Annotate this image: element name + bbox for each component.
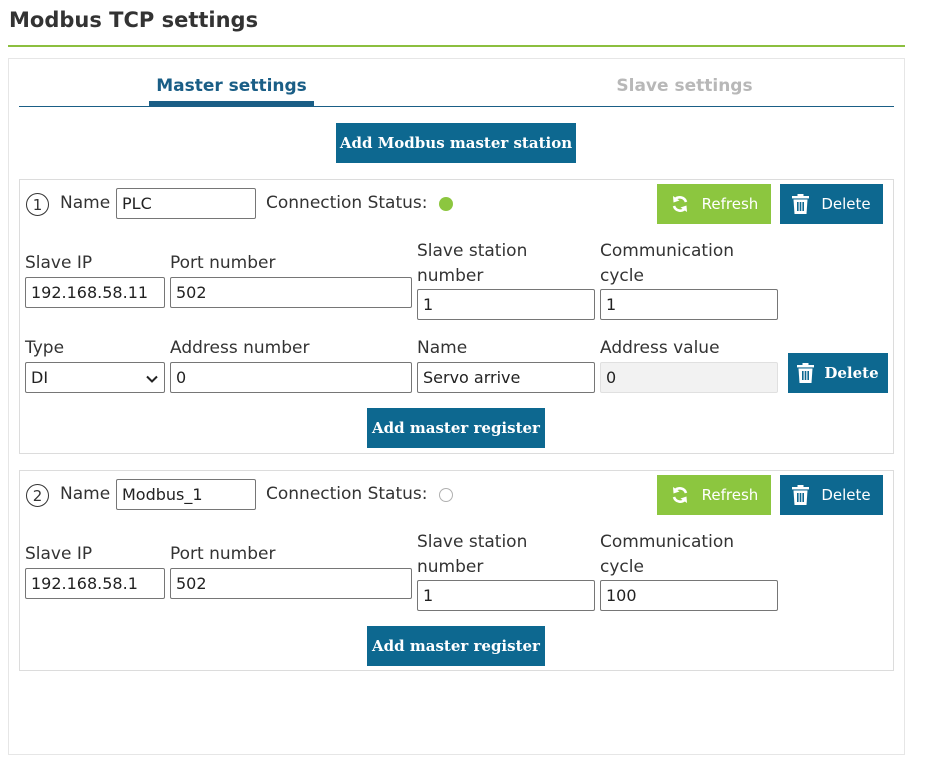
chevron-down-icon [146, 368, 158, 387]
register-name-input[interactable]: Servo arrive [417, 362, 595, 393]
station-name-input[interactable]: PLC [116, 188, 256, 219]
port-number-input[interactable]: 502 [170, 568, 412, 599]
slave-ip-input[interactable]: 192.168.58.1 [25, 568, 165, 599]
slave-station-number-label: Slave station number [417, 241, 528, 286]
trash-icon [792, 485, 810, 505]
connection-status-label: Connection Status: [266, 193, 428, 213]
slave-station-number-label: Slave station number [417, 532, 528, 577]
address-value-field: 0 [600, 362, 778, 393]
add-master-station-button[interactable]: Add Modbus master station [336, 123, 576, 163]
connection-status-label: Connection Status: [266, 484, 428, 504]
address-number-label: Address number [170, 338, 310, 358]
address-value-label: Address value [600, 338, 720, 358]
delete-button-label: Delete [821, 195, 871, 213]
delete-register-label: Delete [824, 364, 879, 382]
slave-station-number-input[interactable]: 1 [417, 289, 595, 320]
port-number-label: Port number [170, 544, 276, 564]
refresh-button-label: Refresh [701, 486, 759, 504]
trash-icon [797, 363, 815, 383]
slave-station-number-input[interactable]: 1 [417, 580, 595, 611]
title-divider [8, 45, 905, 47]
tab-divider [19, 106, 894, 107]
register-type-value: DI [31, 368, 49, 387]
slave-ip-label: Slave IP [25, 544, 93, 564]
delete-station-button[interactable]: Delete [780, 184, 883, 224]
tab-slave-settings[interactable]: Slave settings [602, 76, 767, 96]
register-name-label: Name [417, 338, 468, 358]
communication-cycle-label: Communication cycle [600, 241, 734, 286]
address-number-input[interactable]: 0 [170, 362, 412, 393]
connection-status-indicator [439, 488, 453, 502]
add-master-register-button[interactable]: Add master register [367, 626, 545, 666]
station-number-badge: 1 [26, 193, 49, 216]
slave-ip-label: Slave IP [25, 253, 93, 273]
refresh-icon [670, 485, 690, 505]
delete-button-label: Delete [821, 486, 871, 504]
add-master-register-button[interactable]: Add master register [367, 408, 545, 448]
station-number-badge: 2 [26, 484, 49, 507]
port-number-label: Port number [170, 253, 276, 273]
communication-cycle-input[interactable]: 100 [600, 580, 778, 611]
register-type-label: Type [25, 338, 65, 358]
register-type-select[interactable]: DI [25, 362, 165, 393]
station-name-label: Name [60, 193, 111, 213]
refresh-icon [670, 194, 690, 214]
tab-master-settings[interactable]: Master settings [149, 76, 314, 96]
communication-cycle-input[interactable]: 1 [600, 289, 778, 320]
station-name-label: Name [60, 484, 111, 504]
port-number-input[interactable]: 502 [170, 277, 412, 308]
page-title: Modbus TCP settings [9, 8, 259, 32]
refresh-button[interactable]: Refresh [657, 475, 771, 515]
station-name-input[interactable]: Modbus_1 [116, 479, 256, 510]
refresh-button[interactable]: Refresh [657, 184, 771, 224]
communication-cycle-label: Communication cycle [600, 532, 734, 577]
delete-register-button[interactable]: Delete [788, 353, 888, 393]
delete-station-button[interactable]: Delete [780, 475, 883, 515]
connection-status-indicator [439, 197, 453, 211]
trash-icon [792, 194, 810, 214]
slave-ip-input[interactable]: 192.168.58.11 [25, 277, 165, 308]
refresh-button-label: Refresh [701, 195, 759, 213]
